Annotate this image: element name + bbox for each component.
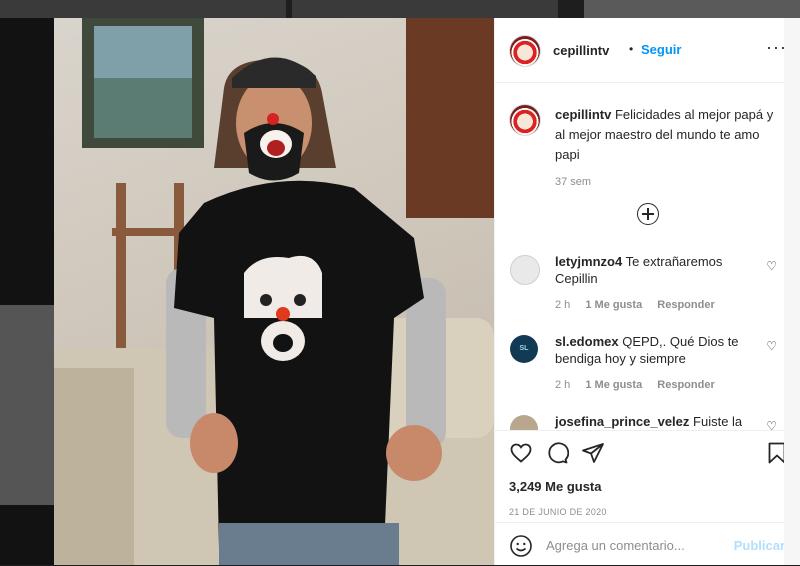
author-username[interactable]: cepillintv — [553, 43, 609, 58]
add-comment-bar: Agrega un comentario... Publicar — [495, 522, 800, 566]
comment-likes[interactable]: 1 Me gusta — [585, 379, 642, 391]
comment-avatar[interactable] — [510, 255, 540, 285]
comment-reply-button[interactable]: Responder — [657, 379, 714, 391]
publish-button[interactable]: Publicar — [734, 538, 785, 553]
author-avatar[interactable] — [510, 36, 540, 66]
likes-count[interactable]: 3,249 Me gusta — [509, 479, 602, 494]
plus-circle-icon[interactable] — [637, 203, 659, 225]
follow-button[interactable]: Seguir — [641, 42, 681, 57]
comment-avatar[interactable] — [510, 415, 538, 430]
comment-input[interactable]: Agrega un comentario... — [546, 538, 685, 553]
comment-icon[interactable] — [545, 441, 569, 465]
comments-scroll-area[interactable]: cepillintv Felicidades al mejor papá y a… — [495, 83, 800, 430]
comment-username[interactable]: sl.edomex — [555, 334, 619, 349]
comment-like-icon[interactable]: ♡ — [766, 259, 777, 273]
emoji-icon[interactable] — [509, 534, 533, 558]
post-photo[interactable] — [54, 18, 494, 565]
comment-like-icon[interactable]: ♡ — [766, 339, 777, 353]
comment-username[interactable]: letyjmnzo4 — [555, 254, 622, 269]
background-strip — [292, 0, 558, 18]
background-right — [784, 18, 800, 565]
caption-time: 37 sem — [555, 176, 592, 188]
post-date: 21 DE JUNIO DE 2020 — [509, 507, 607, 517]
post-caption: cepillintv Felicidades al mejor papá y a… — [555, 105, 785, 192]
photo-illustration — [54, 18, 494, 565]
share-icon[interactable] — [581, 441, 605, 465]
background-decoration — [0, 305, 54, 505]
caption-username[interactable]: cepillintv — [555, 107, 611, 122]
comment-username[interactable]: josefina_prince_velez — [555, 414, 689, 429]
comment-like-icon[interactable]: ♡ — [766, 419, 777, 430]
post-header: cepillintv • Seguir ··· — [495, 18, 800, 83]
background-left — [0, 18, 54, 565]
comment-time: 2 h — [555, 299, 571, 311]
background-strip — [584, 0, 800, 18]
post-side-panel: cepillintv • Seguir ··· cepillintv Felic… — [494, 18, 800, 565]
comment-avatar-text: SL — [519, 345, 529, 352]
caption-avatar[interactable] — [510, 105, 540, 135]
comment-likes[interactable]: 1 Me gusta — [585, 299, 642, 311]
comment-text: sl.edomex QEPD,. Qué Dios te bendiga hoy… — [555, 333, 755, 367]
comment-meta: 2 h 1 Me gusta Responder — [555, 299, 715, 311]
comment-time: 2 h — [555, 379, 571, 391]
background-strip — [0, 0, 286, 18]
comment-reply-button[interactable]: Responder — [657, 299, 714, 311]
heart-icon[interactable] — [509, 441, 533, 465]
follow-separator: • — [629, 42, 634, 56]
comment-avatar[interactable]: SL — [510, 335, 538, 363]
post-actions: 3,249 Me gusta 21 DE JUNIO DE 2020 — [495, 430, 800, 527]
comment-text: letyjmnzo4 Te extrañaremos Cepillin — [555, 253, 755, 287]
comment-meta: 2 h 1 Me gusta Responder — [555, 379, 715, 391]
comment-body: Fuiste la — [693, 414, 743, 429]
comment-text: josefina_prince_velez Fuiste la — [555, 413, 755, 430]
